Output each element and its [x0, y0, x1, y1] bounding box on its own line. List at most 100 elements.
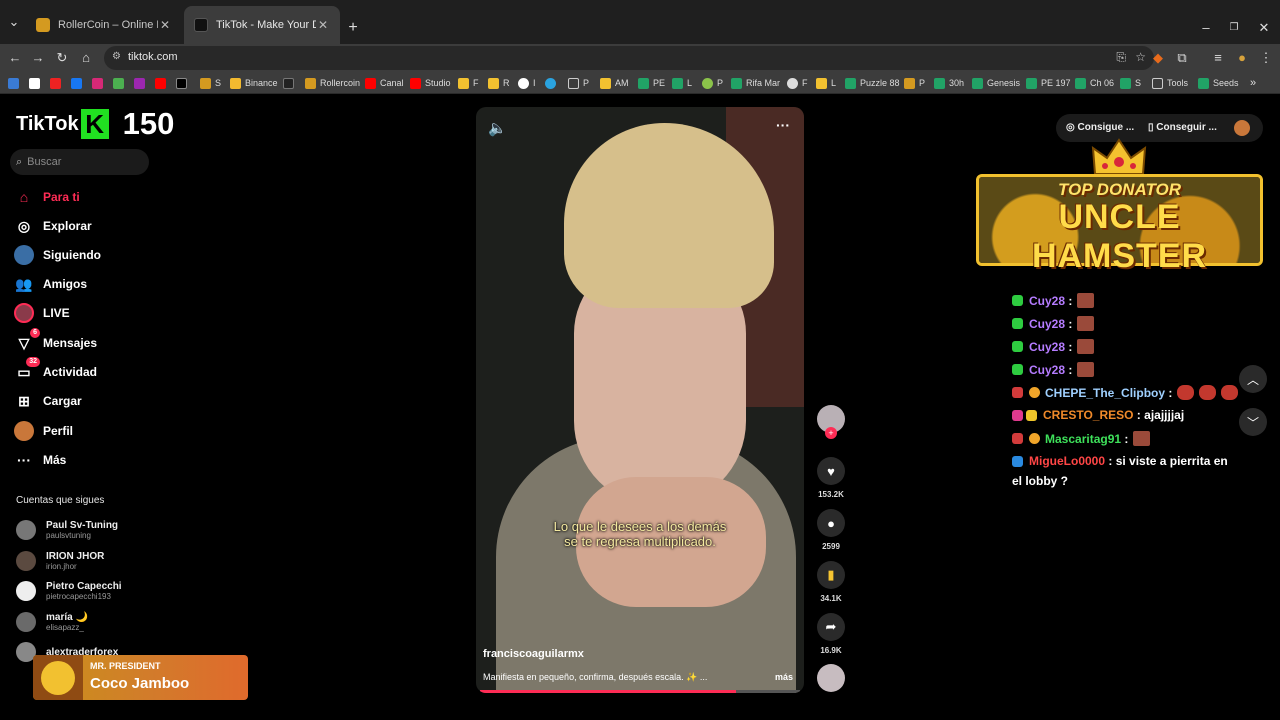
bookmark-icon-only[interactable]: [176, 76, 191, 90]
bookmark-icon-only[interactable]: [113, 76, 128, 90]
bookmark-icon-only[interactable]: [50, 76, 65, 90]
minimize-icon[interactable]: –: [1196, 18, 1216, 38]
video-progress-fill[interactable]: [480, 690, 736, 693]
extensions-icon[interactable]: ⧉: [1172, 48, 1192, 68]
save-button[interactable]: ▮ 34.1K: [816, 561, 846, 603]
new-tab-icon[interactable]: +: [343, 18, 363, 38]
get-app-button[interactable]: ▯ Conseguir ...: [1148, 122, 1217, 133]
site-info-icon[interactable]: ⚙: [112, 51, 121, 62]
following-account[interactable]: maría 🌙 elisapazz_: [16, 608, 88, 636]
tab-title: RollerCoin – Online Bitcoin Min: [58, 19, 158, 31]
profile-avatar-icon[interactable]: ●: [1232, 48, 1252, 68]
bookmark-item[interactable]: PE: [638, 76, 665, 90]
bookmark-item[interactable]: F: [458, 76, 479, 90]
video-progress-track[interactable]: [736, 690, 800, 693]
like-button[interactable]: ♥ 153.2K: [816, 457, 846, 499]
bookmark-item[interactable]: P: [702, 76, 723, 90]
bookmark-item[interactable]: F: [787, 76, 808, 90]
volume-icon[interactable]: 🔈: [488, 119, 507, 137]
nav-explorar[interactable]: ◎ Explorar: [14, 215, 92, 237]
bookmark-icon-only[interactable]: [92, 76, 107, 90]
bookmark-item[interactable]: Puzzle 88: [845, 76, 900, 90]
user-avatar[interactable]: [1234, 120, 1250, 136]
bookmark-item[interactable]: L: [816, 76, 836, 90]
home-page-icon[interactable]: ⌂: [76, 48, 96, 68]
chat-user: Mascaritag91: [1045, 431, 1122, 446]
nav-mensajes[interactable]: ▽ 6 Mensajes: [14, 328, 97, 354]
bookmark-icon-only[interactable]: [283, 76, 298, 90]
bookmark-item[interactable]: Rifa Mar: [731, 76, 780, 90]
scroll-down-button[interactable]: ﹀: [1239, 408, 1267, 436]
get-coins-button[interactable]: ◎ Consigue ...: [1066, 122, 1134, 133]
bookmark-icon-only[interactable]: [8, 76, 23, 90]
bookmark-icon-only[interactable]: [71, 76, 86, 90]
window-close-icon[interactable]: ✕: [1254, 18, 1274, 38]
scroll-up-button[interactable]: ︿: [1239, 365, 1267, 393]
bookmark-item[interactable]: L: [672, 76, 692, 90]
nav-perfil[interactable]: Perfil: [14, 420, 73, 442]
music-disc-button[interactable]: [816, 664, 846, 692]
bookmark-folder[interactable]: Tools: [1152, 76, 1188, 90]
back-icon[interactable]: ←: [5, 48, 25, 68]
restore-icon[interactable]: ❐: [1224, 18, 1244, 38]
more-bookmarks-icon[interactable]: »: [1250, 76, 1256, 90]
bookmark-icon-only[interactable]: [134, 76, 149, 90]
bookmark-item[interactable]: PE 197: [1026, 76, 1071, 90]
tab-tiktok[interactable]: TikTok - Make Your Day ✕: [184, 6, 340, 44]
search-input[interactable]: ⌕ Buscar: [10, 149, 149, 175]
follow-plus-icon[interactable]: +: [825, 427, 837, 439]
live-icon: [14, 303, 34, 323]
reload-icon[interactable]: ↻: [52, 48, 72, 68]
bookmark-item[interactable]: S: [200, 76, 221, 90]
bookmark-item[interactable]: Canal: [365, 76, 404, 90]
extension-fox-icon[interactable]: ◆: [1148, 48, 1168, 68]
comment-button[interactable]: ● 2599: [816, 509, 846, 551]
forward-icon[interactable]: →: [28, 48, 48, 68]
install-app-icon[interactable]: ⎘: [1116, 50, 1126, 65]
bookmark-item[interactable]: P: [904, 76, 925, 90]
menu-dots-icon[interactable]: ⋮: [1256, 48, 1276, 68]
close-tab-icon[interactable]: ✕: [316, 18, 330, 32]
video-more-icon[interactable]: ···: [776, 117, 790, 133]
media-controls-icon[interactable]: ≡: [1208, 48, 1228, 68]
bookmark-item[interactable]: AM: [600, 76, 629, 90]
bookmark-item[interactable]: I: [518, 76, 536, 90]
bookmark-item[interactable]: Seeds: [1198, 76, 1239, 90]
address-bar[interactable]: ⚙ tiktok.com ⎘ ☆: [104, 46, 1154, 70]
bookmark-item[interactable]: Rollercoin: [305, 76, 360, 90]
bookmark-star-icon[interactable]: ☆: [1135, 50, 1146, 64]
nav-mas[interactable]: ··· Más: [14, 449, 66, 471]
bookmark-icon-only[interactable]: [29, 76, 44, 90]
nav-siguiendo[interactable]: Siguiendo: [14, 244, 101, 266]
tab-rollercoin[interactable]: RollerCoin – Online Bitcoin Min ✕: [26, 6, 182, 44]
bookmark-folder[interactable]: P: [568, 76, 589, 90]
video-player[interactable]: 🔈 ··· Lo que le desees a los demás se te…: [476, 107, 804, 693]
bookmark-item[interactable]: 30h: [934, 76, 964, 90]
video-username[interactable]: franciscoaguilarmx: [483, 648, 584, 660]
following-icon: [14, 245, 34, 265]
tiktok-logo[interactable]: TikTok K 150: [16, 106, 174, 142]
tab-search-icon[interactable]: ⌄: [4, 12, 24, 32]
nav-live[interactable]: LIVE: [14, 302, 70, 324]
bookmark-icon-only[interactable]: [545, 76, 560, 90]
bookmark-item[interactable]: Binance: [230, 76, 278, 90]
account-handle: elisapazz_: [46, 623, 84, 632]
close-tab-icon[interactable]: ✕: [158, 18, 172, 32]
nav-actividad[interactable]: ▭ 32 Actividad: [14, 357, 97, 383]
following-account[interactable]: Pietro Capecchi pietrocapecchi193: [16, 577, 122, 605]
nav-para-ti[interactable]: ⌂ Para ti: [14, 186, 80, 208]
bookmark-item[interactable]: S: [1120, 76, 1141, 90]
creator-avatar-button[interactable]: +: [816, 405, 846, 439]
following-account[interactable]: Paul Sv-Tuning paulsvtuning: [16, 516, 118, 544]
bookmark-icon-only[interactable]: [155, 76, 170, 90]
following-account[interactable]: IRION JHOR irion.jhor: [16, 547, 104, 575]
bookmark-item[interactable]: Ch 06: [1075, 76, 1114, 90]
video-more-link[interactable]: más: [775, 672, 793, 682]
bookmark-item[interactable]: R: [488, 76, 510, 90]
share-button[interactable]: ➦ 16.9K: [816, 613, 846, 655]
nav-amigos[interactable]: 👥 Amigos: [14, 273, 87, 295]
nav-cargar[interactable]: ⊞ Cargar: [14, 390, 82, 412]
chat-badge-icon: [1012, 433, 1023, 444]
bookmark-item[interactable]: Genesis: [972, 76, 1020, 90]
bookmark-item[interactable]: Studio: [410, 76, 451, 90]
